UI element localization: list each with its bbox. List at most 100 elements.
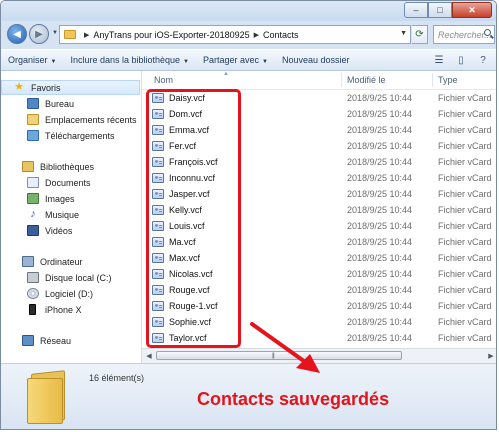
file-row[interactable]: François.vcf 2018/9/25 10:44 Fichier vCard	[142, 154, 496, 170]
organize-menu[interactable]: Organiser ▼	[1, 55, 63, 65]
file-row[interactable]: Rouge.vcf 2018/9/25 10:44 Fichier vCard	[142, 282, 496, 298]
horizontal-scrollbar[interactable]: ◀ ||| ▶	[142, 348, 496, 363]
sidebar-item-desktop[interactable]: Bureau	[27, 96, 74, 111]
recent-pages-dropdown-icon[interactable]: ▼	[52, 30, 58, 36]
file-name: Sophie.vcf	[169, 317, 212, 327]
scrollbar-thumb[interactable]: |||	[156, 351, 402, 360]
file-row[interactable]: Fer.vcf 2018/9/25 10:44 Fichier vCard	[142, 138, 496, 154]
address-dropdown-icon[interactable]: ▼	[400, 30, 407, 37]
column-divider[interactable]	[432, 73, 433, 87]
column-header-modified[interactable]: Modifié le	[347, 75, 386, 85]
preview-pane-icon[interactable]: ▯	[454, 53, 468, 67]
file-row[interactable]: Taylor.vcf 2018/9/25 10:44 Fichier vCard	[142, 330, 496, 346]
file-row[interactable]: Jasper.vcf 2018/9/25 10:44 Fichier vCard	[142, 186, 496, 202]
sidebar-item-software[interactable]: Logiciel (D:)	[27, 286, 93, 301]
file-row[interactable]: Max.vcf 2018/9/25 10:44 Fichier vCard	[142, 250, 496, 266]
file-name: Fer.vcf	[169, 141, 197, 151]
sidebar-item-label: Logiciel (D:)	[45, 288, 94, 299]
folder-icon	[27, 370, 73, 424]
column-divider[interactable]	[341, 73, 342, 87]
sidebar-item-label: Musique	[45, 209, 80, 220]
file-row[interactable]: Kelly.vcf 2018/9/25 10:44 Fichier vCard	[142, 202, 496, 218]
vcard-file-icon	[152, 109, 164, 119]
help-icon[interactable]: ?	[476, 53, 490, 67]
music-icon: ♪	[30, 208, 36, 220]
file-row[interactable]: Ma.vcf 2018/9/25 10:44 Fichier vCard	[142, 234, 496, 250]
vcard-file-icon	[152, 317, 164, 327]
file-row[interactable]: Louis.vcf 2018/9/25 10:44 Fichier vCard	[142, 218, 496, 234]
file-type: Fichier vCard	[438, 253, 492, 263]
file-name: Louis.vcf	[169, 221, 205, 231]
sidebar-item-network[interactable]: Réseau	[22, 333, 71, 348]
search-input[interactable]: Rechercher...	[433, 25, 495, 44]
file-type: Fichier vCard	[438, 141, 492, 151]
address-bar[interactable]: ▶ AnyTrans pour iOS-Exporter-20180925 ▶ …	[59, 25, 411, 44]
file-name: Max.vcf	[169, 253, 201, 263]
optical-drive-icon	[27, 288, 39, 299]
folder-icon	[64, 30, 76, 39]
column-header-name[interactable]: Nom	[154, 75, 173, 85]
sidebar-item-recent[interactable]: Emplacements récents	[27, 112, 137, 127]
sidebar-item-local-disk[interactable]: Disque local (C:)	[27, 270, 112, 285]
videos-icon	[27, 225, 39, 236]
share-label: Partager avec	[203, 55, 260, 65]
sidebar-item-images[interactable]: Images	[27, 191, 75, 206]
file-modified-date: 2018/9/25 10:44	[347, 93, 413, 103]
file-row[interactable]: Dom.vcf 2018/9/25 10:44 Fichier vCard	[142, 106, 496, 122]
sort-ascending-icon: ▲	[223, 71, 229, 77]
sidebar-item-label: Vidéos	[45, 225, 73, 236]
breadcrumb-separator-icon[interactable]: ▶	[254, 31, 259, 39]
file-type: Fichier vCard	[438, 125, 492, 135]
column-headers: ▲ Nom Modifié le Type	[142, 71, 496, 90]
view-options-icon[interactable]: ☰	[432, 53, 446, 67]
file-type: Fichier vCard	[438, 301, 492, 311]
organize-label: Organiser	[8, 55, 48, 65]
sidebar-item-videos[interactable]: Vidéos	[27, 223, 72, 238]
vcard-file-icon	[152, 173, 164, 183]
file-row[interactable]: Nicolas.vcf 2018/9/25 10:44 Fichier vCard	[142, 266, 496, 282]
file-type: Fichier vCard	[438, 237, 492, 247]
file-row[interactable]: Inconnu.vcf 2018/9/25 10:44 Fichier vCard	[142, 170, 496, 186]
file-modified-date: 2018/9/25 10:44	[347, 109, 413, 119]
forward-button[interactable]: ▶	[29, 24, 49, 44]
file-name: Rouge.vcf	[169, 285, 210, 295]
sidebar-item-downloads[interactable]: Téléchargements	[27, 128, 115, 143]
breadcrumb-contacts[interactable]: Contacts	[263, 30, 299, 40]
refresh-button[interactable]: ⟳	[412, 25, 428, 44]
file-row[interactable]: Sophie.vcf 2018/9/25 10:44 Fichier vCard	[142, 314, 496, 330]
file-row[interactable]: Rouge-1.vcf 2018/9/25 10:44 Fichier vCard	[142, 298, 496, 314]
file-row[interactable]: Daisy.vcf 2018/9/25 10:44 Fichier vCard	[142, 90, 496, 106]
back-button[interactable]: ◀	[7, 24, 27, 44]
file-name: Dom.vcf	[169, 109, 203, 119]
scroll-right-icon[interactable]: ▶	[485, 350, 496, 362]
sidebar-item-favorites[interactable]: ★ Favoris	[1, 80, 140, 95]
sidebar-item-label: Réseau	[40, 335, 72, 346]
file-modified-date: 2018/9/25 10:44	[347, 173, 413, 183]
file-modified-date: 2018/9/25 10:44	[347, 333, 413, 343]
file-modified-date: 2018/9/25 10:44	[347, 205, 413, 215]
file-row[interactable]: Emma.vcf 2018/9/25 10:44 Fichier vCard	[142, 122, 496, 138]
sidebar-item-libraries[interactable]: Bibliothèques	[22, 159, 94, 174]
sidebar-item-computer[interactable]: Ordinateur	[22, 254, 83, 269]
share-menu[interactable]: Partager avec ▼	[196, 55, 275, 65]
sidebar-item-music[interactable]: ♪ Musique	[27, 207, 79, 222]
file-name: François.vcf	[169, 157, 218, 167]
column-header-type[interactable]: Type	[438, 75, 458, 85]
maximize-button[interactable]: □	[428, 2, 452, 18]
sidebar-item-documents[interactable]: Documents	[27, 175, 91, 190]
sidebar-item-iphone[interactable]: iPhone X	[27, 302, 82, 317]
new-folder-button[interactable]: Nouveau dossier	[275, 55, 357, 65]
minimize-button[interactable]: –	[404, 2, 428, 18]
include-library-menu[interactable]: Inclure dans la bibliothèque ▼	[63, 55, 196, 65]
file-name: Taylor.vcf	[169, 333, 207, 343]
close-button[interactable]: ✕	[452, 2, 492, 18]
back-arrow-icon: ◀	[13, 28, 21, 40]
file-modified-date: 2018/9/25 10:44	[347, 253, 413, 263]
file-name: Daisy.vcf	[169, 93, 205, 103]
breadcrumb-separator-icon[interactable]: ▶	[84, 31, 89, 39]
file-modified-date: 2018/9/25 10:44	[347, 157, 413, 167]
breadcrumb-anytrans[interactable]: AnyTrans pour iOS-Exporter-20180925	[93, 30, 249, 40]
file-modified-date: 2018/9/25 10:44	[347, 269, 413, 279]
file-name: Rouge-1.vcf	[169, 301, 218, 311]
scroll-left-icon[interactable]: ◀	[143, 350, 155, 362]
